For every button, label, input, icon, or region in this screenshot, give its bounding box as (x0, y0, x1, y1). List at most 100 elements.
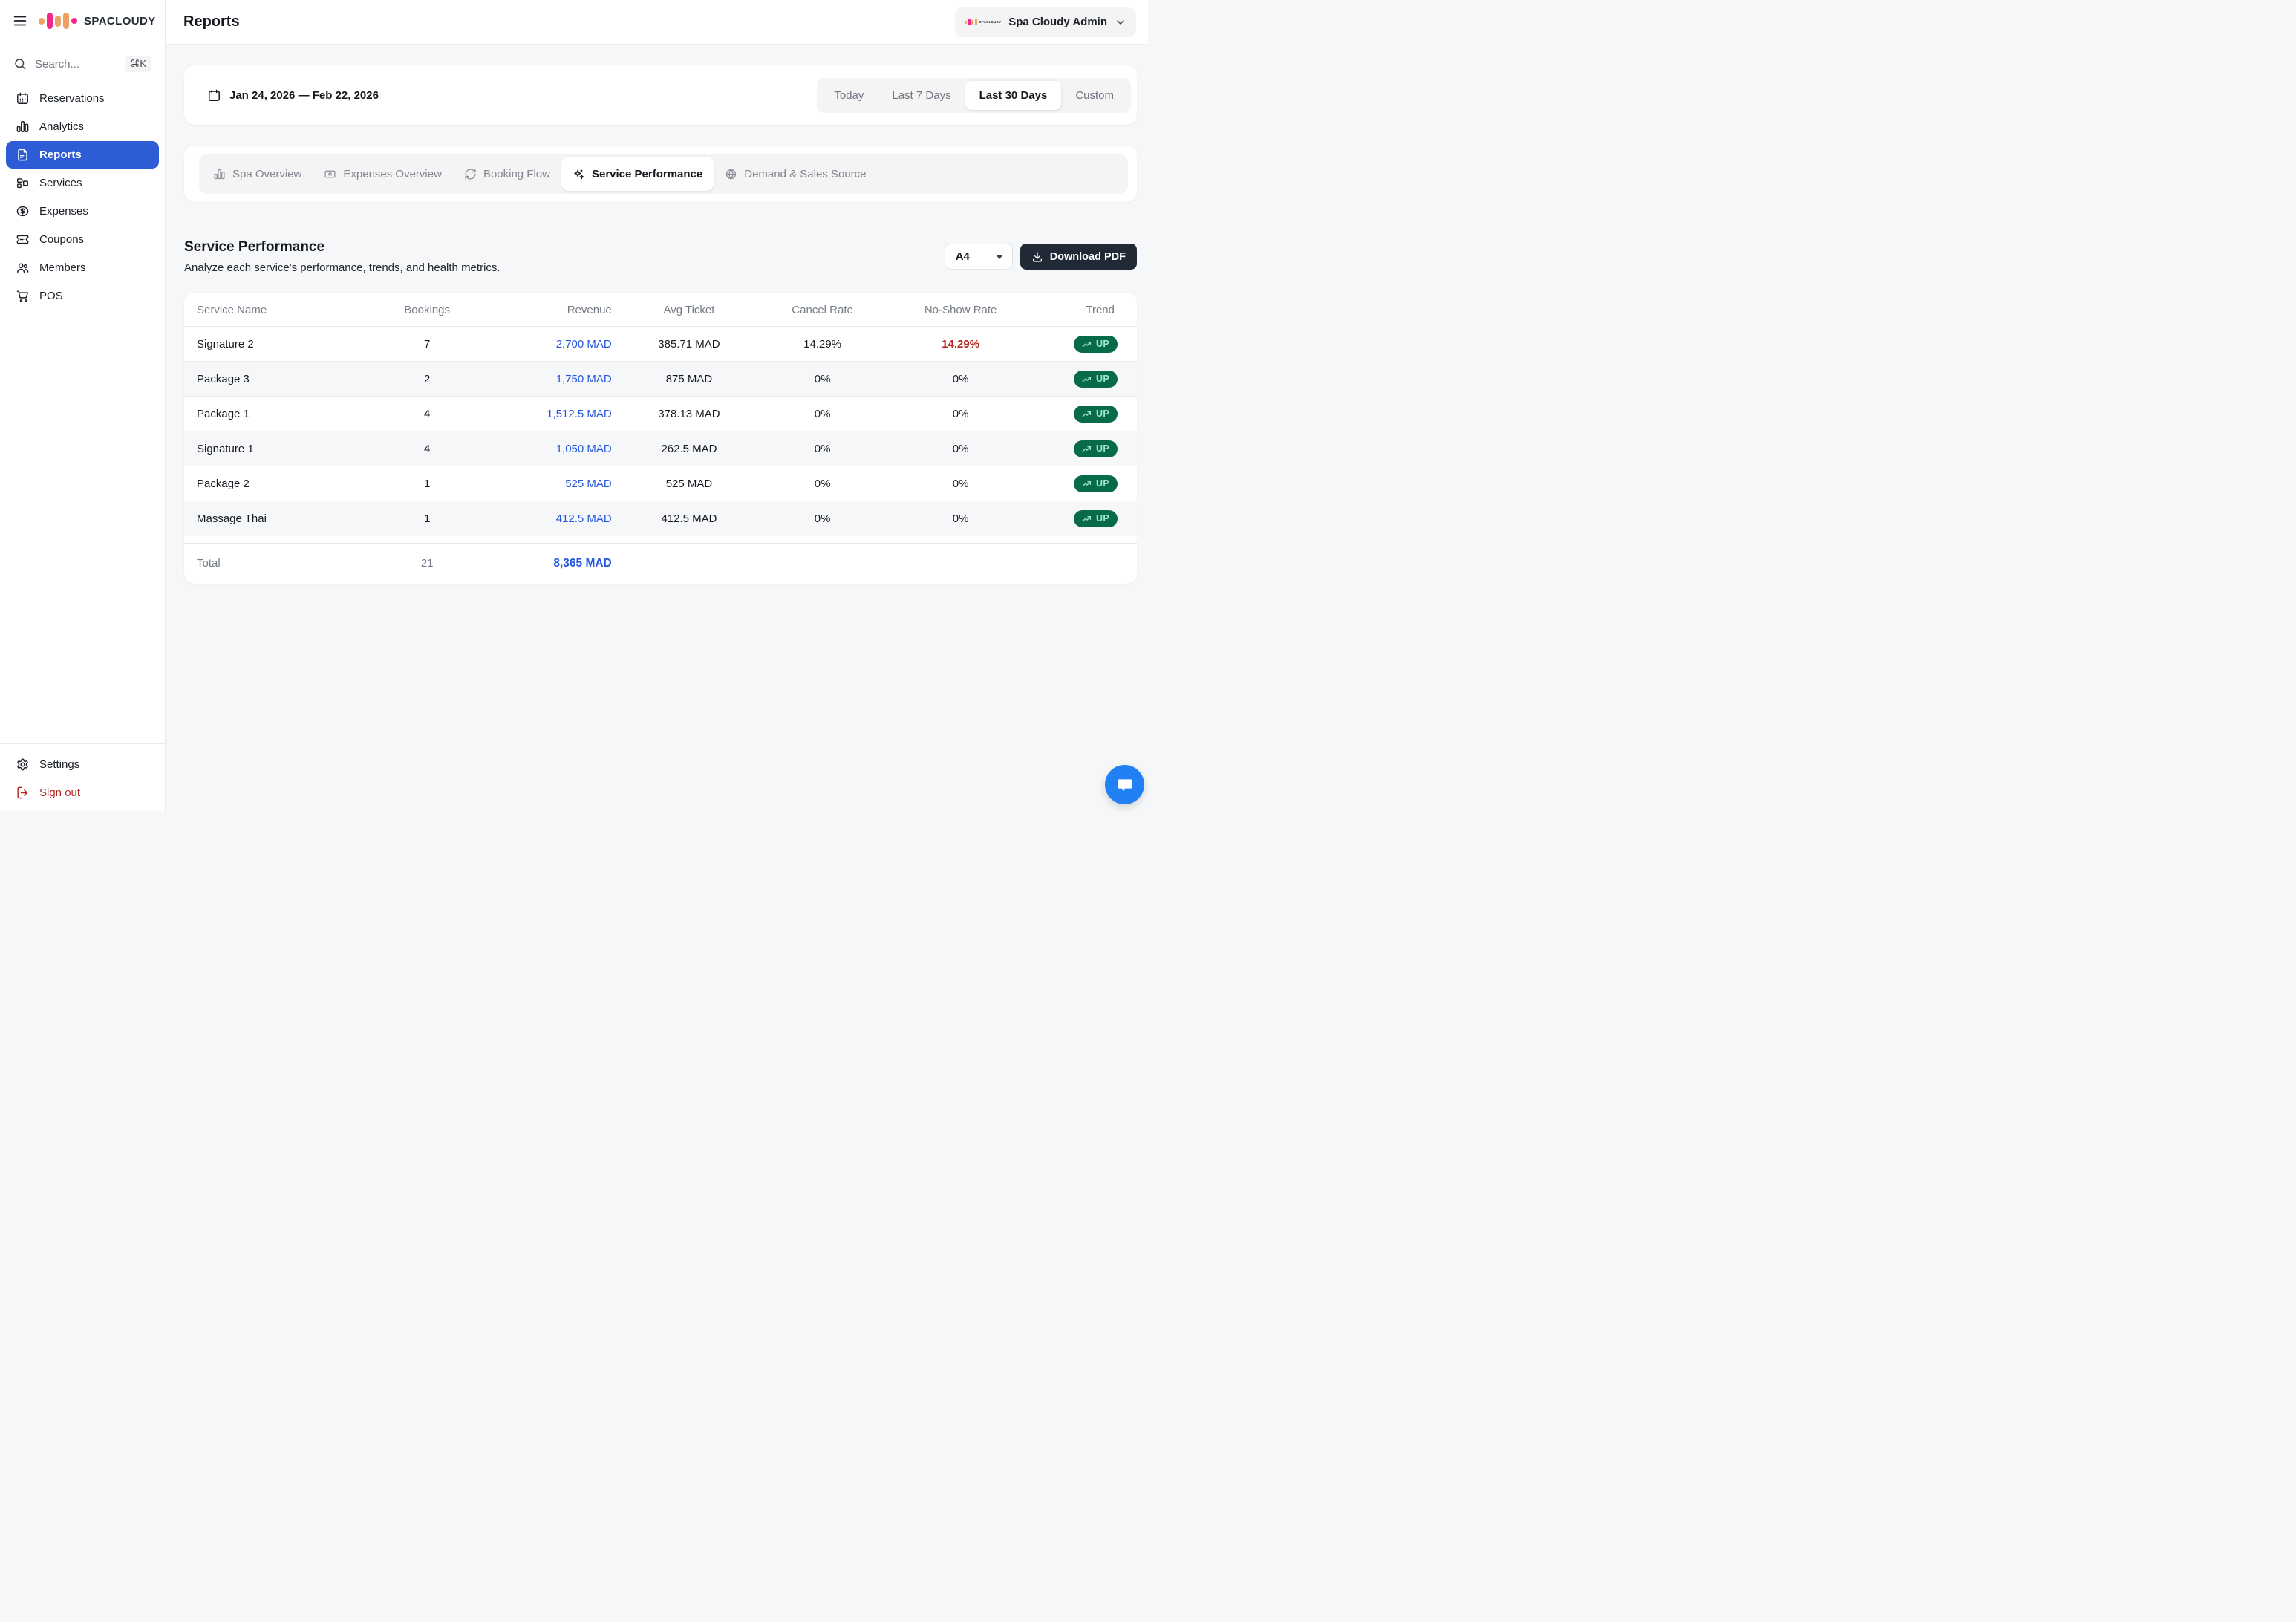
paper-size-select[interactable]: A4 (945, 244, 1013, 270)
globe-icon (725, 168, 737, 180)
cell-avg-ticket: 875 MAD (618, 362, 760, 397)
section-header: Service Performance Analyze each service… (184, 239, 1137, 274)
col-avg-ticket: Avg Ticket (618, 293, 760, 327)
sidebar-item-label: Reports (39, 149, 82, 161)
tab-demand-sales-source[interactable]: Demand & Sales Source (714, 157, 877, 191)
preset-today[interactable]: Today (820, 81, 878, 110)
download-pdf-button[interactable]: Download PDF (1020, 244, 1137, 270)
service-performance-table-card: Service Name Bookings Revenue Avg Ticket… (184, 293, 1137, 584)
chat-bubble-icon (1115, 775, 1135, 795)
date-range-label: Jan 24, 2026 — Feb 22, 2026 (229, 89, 379, 102)
tab-label: Expenses Overview (343, 168, 442, 180)
cell-cancel-rate: 0% (760, 397, 884, 431)
dollar-circle-icon (16, 204, 30, 218)
sidebar-item-analytics[interactable]: Analytics (6, 113, 159, 140)
col-cancel-rate: Cancel Rate (760, 293, 884, 327)
cell-revenue-link[interactable]: 525 MAD (480, 466, 618, 501)
cell-no-show-rate: 0% (884, 501, 1037, 536)
sidebar-header: SPACLOUDY (0, 0, 165, 42)
cell-bookings: 4 (375, 397, 480, 431)
chat-widget-button[interactable] (1105, 765, 1144, 804)
sidebar-item-services[interactable]: Services (6, 169, 159, 197)
preset-custom[interactable]: Custom (1061, 81, 1128, 110)
sidebar-item-label: Coupons (39, 233, 84, 246)
sidebar-item-reservations[interactable]: Reservations (6, 85, 159, 112)
search-input[interactable]: Search... ⌘K (9, 52, 156, 76)
sidebar-item-label: Members (39, 261, 86, 274)
cart-icon (16, 289, 30, 303)
account-menu-button[interactable]: SPACLOUDY Spa Cloudy Admin (955, 7, 1136, 37)
refresh-icon (464, 168, 477, 180)
col-bookings: Bookings (375, 293, 480, 327)
date-filter-card: Jan 24, 2026 — Feb 22, 2026 Today Last 7… (184, 65, 1137, 125)
sidebar-item-members[interactable]: Members (6, 254, 159, 281)
trending-up-icon (1082, 444, 1092, 454)
chevron-down-icon (1115, 16, 1126, 28)
total-label: Total (184, 544, 375, 584)
cell-cancel-rate: 0% (760, 431, 884, 466)
sidebar-item-expenses[interactable]: Expenses (6, 198, 159, 225)
preset-last-30-days[interactable]: Last 30 Days (965, 81, 1062, 110)
sidebar-item-label: Settings (39, 758, 79, 771)
table-row: Package 3 2 1,750 MAD 875 MAD 0% 0% UP (184, 362, 1137, 397)
date-range-button[interactable]: Jan 24, 2026 — Feb 22, 2026 (207, 88, 379, 102)
cell-revenue-link[interactable]: 1,050 MAD (480, 431, 618, 466)
search-shortcut: ⌘K (125, 56, 151, 72)
cell-service: Signature 1 (184, 431, 375, 466)
table-total-row: Total 21 8,365 MAD (184, 544, 1137, 584)
total-bookings: 21 (375, 544, 480, 584)
trending-up-icon (1082, 374, 1092, 384)
sidebar-item-signout[interactable]: Sign out (6, 779, 159, 807)
cell-cancel-rate: 0% (760, 466, 884, 501)
menu-icon[interactable] (12, 13, 28, 29)
table-header-row: Service Name Bookings Revenue Avg Ticket… (184, 293, 1137, 327)
sidebar-item-coupons[interactable]: Coupons (6, 226, 159, 253)
trend-up-badge: UP (1074, 336, 1118, 353)
sidebar-footer: Settings Sign out (0, 743, 165, 811)
banknote-icon (324, 168, 336, 180)
cell-avg-ticket: 525 MAD (618, 466, 760, 501)
cell-avg-ticket: 378.13 MAD (618, 397, 760, 431)
layout-icon (16, 176, 30, 190)
col-no-show-rate: No-Show Rate (884, 293, 1037, 327)
search-placeholder: Search... (35, 58, 117, 71)
sidebar: SPACLOUDY Search... ⌘K Reservations Anal… (0, 0, 166, 811)
sidebar-item-settings[interactable]: Settings (6, 751, 159, 778)
service-performance-table: Service Name Bookings Revenue Avg Ticket… (184, 293, 1137, 584)
cell-service: Package 1 (184, 397, 375, 431)
tab-spa-overview[interactable]: Spa Overview (202, 157, 313, 191)
tab-expenses-overview[interactable]: Expenses Overview (313, 157, 453, 191)
sidebar-item-reports[interactable]: Reports (6, 141, 159, 169)
cell-revenue-link[interactable]: 2,700 MAD (480, 327, 618, 362)
cell-bookings: 1 (375, 501, 480, 536)
cell-no-show-rate: 0% (884, 431, 1037, 466)
account-name: Spa Cloudy Admin (1008, 16, 1107, 28)
tab-booking-flow[interactable]: Booking Flow (453, 157, 561, 191)
tab-service-performance[interactable]: Service Performance (561, 157, 714, 191)
cell-service: Package 2 (184, 466, 375, 501)
table-row: Package 1 4 1,512.5 MAD 378.13 MAD 0% 0%… (184, 397, 1137, 431)
report-tabs: Spa Overview Expenses Overview Booking F… (199, 154, 1128, 194)
cell-revenue-link[interactable]: 412.5 MAD (480, 501, 618, 536)
sidebar-item-label: Reservations (39, 92, 105, 105)
cell-revenue-link[interactable]: 1,750 MAD (480, 362, 618, 397)
trend-up-badge: UP (1074, 440, 1118, 457)
sidebar-item-pos[interactable]: POS (6, 282, 159, 310)
trending-up-icon (1082, 409, 1092, 419)
gear-icon (16, 758, 30, 772)
cell-bookings: 2 (375, 362, 480, 397)
calendar-icon (207, 88, 221, 102)
cell-revenue-link[interactable]: 1,512.5 MAD (480, 397, 618, 431)
preset-last-7-days[interactable]: Last 7 Days (878, 81, 965, 110)
section-subtitle: Analyze each service's performance, tren… (184, 261, 500, 274)
content: Jan 24, 2026 — Feb 22, 2026 Today Last 7… (166, 45, 1148, 584)
caret-down-icon (996, 255, 1003, 259)
cell-service: Massage Thai (184, 501, 375, 536)
cell-no-show-rate: 14.29% (884, 327, 1037, 362)
bar-chart-icon (213, 168, 226, 180)
ticket-icon (16, 232, 30, 247)
main-area: Reports SPACLOUDY Spa Cloudy Admin Jan 2… (166, 0, 1148, 811)
table-row: Signature 2 7 2,700 MAD 385.71 MAD 14.29… (184, 327, 1137, 362)
col-service-name: Service Name (184, 293, 375, 327)
paper-size-value: A4 (956, 250, 970, 263)
